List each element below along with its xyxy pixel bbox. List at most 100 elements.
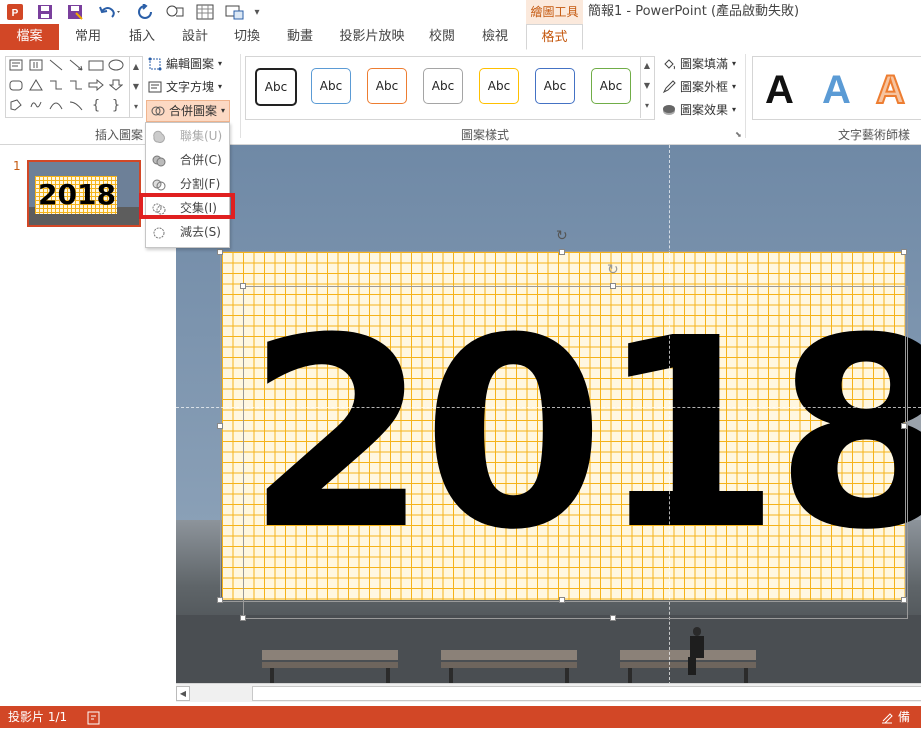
shape-style-5[interactable]: Abc bbox=[479, 68, 519, 104]
notes-icon[interactable] bbox=[880, 710, 894, 724]
horizontal-scrollbar[interactable]: ◀ bbox=[176, 683, 921, 702]
resize-handle[interactable] bbox=[240, 283, 246, 289]
rotate-handle-icon[interactable]: ↻ bbox=[556, 229, 568, 243]
curve-shape-icon[interactable] bbox=[68, 99, 84, 113]
resize-handle[interactable] bbox=[610, 615, 616, 621]
rounded-rect-shape-icon[interactable] bbox=[8, 79, 24, 93]
down-arrow-shape-icon[interactable] bbox=[108, 79, 124, 93]
save-as-icon[interactable] bbox=[66, 3, 84, 21]
shape-outline-button[interactable]: 圖案外框 ▾ bbox=[662, 77, 736, 97]
edit-shape-button[interactable]: 編輯圖案 ▾ bbox=[148, 54, 222, 74]
shape-effects-button[interactable]: 圖案效果 ▾ bbox=[662, 100, 736, 120]
right-arrow-shape-icon[interactable] bbox=[88, 78, 104, 93]
combine-icon bbox=[152, 153, 166, 167]
scrollbar-thumb[interactable] bbox=[252, 686, 921, 701]
scroll-down-icon[interactable]: ▼ bbox=[130, 77, 142, 97]
resize-handle[interactable] bbox=[217, 423, 223, 429]
intersect-highlight-box bbox=[139, 193, 235, 219]
tab-file[interactable]: 檔案 bbox=[0, 24, 59, 50]
powerpoint-logo-icon[interactable]: P bbox=[6, 3, 24, 21]
status-bar: 投影片 1/1 備忘 bbox=[0, 706, 921, 746]
merge-shapes-button[interactable]: 合併圖案 ▾ bbox=[146, 100, 231, 122]
vertical-textbox-shape-icon[interactable] bbox=[28, 59, 44, 73]
spellcheck-icon[interactable] bbox=[87, 710, 101, 725]
rotate-handle-icon[interactable]: ↻ bbox=[607, 263, 619, 277]
wordart-style-3[interactable]: A bbox=[875, 67, 906, 113]
menu-item-union[interactable]: 聯集(U) bbox=[148, 125, 225, 147]
save-icon[interactable] bbox=[36, 3, 54, 21]
paint-bucket-icon bbox=[662, 57, 676, 71]
rectangle-shape-icon[interactable] bbox=[88, 59, 104, 73]
slide-canvas[interactable]: 2018 ↻ ↻ bbox=[176, 145, 921, 685]
shape-style-4[interactable]: Abc bbox=[423, 68, 463, 104]
more-icon[interactable]: ▾ bbox=[130, 97, 142, 117]
freeform-shape-icon[interactable] bbox=[8, 99, 24, 113]
tab-design[interactable]: 設計 bbox=[173, 24, 217, 50]
shape-style-7[interactable]: Abc bbox=[591, 68, 631, 104]
menu-item-fragment[interactable]: 分割(F) bbox=[148, 173, 225, 195]
elbow-arrow-shape-icon[interactable] bbox=[68, 79, 84, 93]
insert-shapes-group-label: 插入圖案 bbox=[95, 128, 144, 142]
shape-style-6[interactable]: Abc bbox=[535, 68, 575, 104]
tab-animations[interactable]: 動畫 bbox=[278, 24, 322, 50]
shape-style-3[interactable]: Abc bbox=[367, 68, 407, 104]
textbox-shape-icon[interactable] bbox=[8, 59, 24, 73]
resize-handle[interactable] bbox=[240, 615, 246, 621]
styles-gallery-scroll[interactable]: ▲ ▼ ▾ bbox=[640, 56, 653, 118]
arrow-line-shape-icon[interactable] bbox=[68, 59, 84, 73]
pencil-icon bbox=[662, 80, 676, 94]
slideshow-icon[interactable] bbox=[224, 3, 246, 21]
undo-icon[interactable] bbox=[96, 3, 124, 21]
shape-fill-button[interactable]: 圖案填滿 ▾ bbox=[662, 54, 736, 74]
customize-icon[interactable]: ▾ bbox=[252, 3, 262, 21]
resize-handle[interactable] bbox=[901, 597, 907, 603]
shape-style-1[interactable]: Abc bbox=[255, 68, 297, 106]
grid-icon[interactable] bbox=[195, 3, 215, 21]
group-separator bbox=[240, 54, 241, 138]
wordart-style-1[interactable]: A bbox=[765, 68, 794, 112]
textbox-button[interactable]: 文字方塊 ▾ bbox=[148, 77, 222, 97]
repeat-icon[interactable] bbox=[136, 3, 154, 21]
triangle-shape-icon[interactable] bbox=[28, 79, 44, 93]
notes-button[interactable]: 備忘 bbox=[898, 706, 921, 750]
tab-home[interactable]: 常用 bbox=[66, 24, 110, 50]
resize-handle[interactable] bbox=[901, 249, 907, 255]
slide-number: 1 bbox=[13, 159, 21, 173]
tab-slideshow[interactable]: 投影片放映 bbox=[334, 24, 410, 50]
scroll-up-icon[interactable]: ▲ bbox=[130, 57, 142, 77]
more-icon[interactable]: ▾ bbox=[641, 96, 653, 116]
resize-handle[interactable] bbox=[217, 249, 223, 255]
arc-shape-icon[interactable] bbox=[48, 99, 64, 113]
oval-shape-icon[interactable] bbox=[108, 59, 124, 73]
wordart-style-2[interactable]: A bbox=[822, 68, 851, 112]
tab-view[interactable]: 檢視 bbox=[473, 24, 517, 50]
brace-shape-icon[interactable]: { bbox=[88, 99, 104, 113]
scribble-shape-icon[interactable] bbox=[28, 99, 44, 113]
tab-transitions[interactable]: 切換 bbox=[225, 24, 269, 50]
effects-icon bbox=[662, 103, 676, 117]
resize-handle[interactable] bbox=[559, 249, 565, 255]
tab-format[interactable]: 格式 bbox=[526, 24, 583, 50]
presenter-icon[interactable] bbox=[164, 3, 186, 21]
resize-handle[interactable] bbox=[610, 283, 616, 289]
bench-1 bbox=[262, 648, 398, 683]
slide-thumbnail[interactable]: 2018 bbox=[27, 160, 141, 227]
scroll-up-icon[interactable]: ▲ bbox=[641, 56, 653, 76]
title-bar: P ▾ 繪圖工具 簡報1 - PowerPoint (產品啟動失敗) bbox=[0, 0, 921, 24]
scroll-left-icon[interactable]: ◀ bbox=[176, 686, 190, 701]
scroll-down-icon[interactable]: ▼ bbox=[641, 76, 653, 96]
brace-right-shape-icon[interactable]: } bbox=[108, 99, 124, 113]
shape-style-2[interactable]: Abc bbox=[311, 68, 351, 104]
resize-handle[interactable] bbox=[559, 597, 565, 603]
tab-review[interactable]: 校閱 bbox=[420, 24, 464, 50]
line-shape-icon[interactable] bbox=[48, 59, 64, 73]
shapes-gallery-scroll[interactable]: ▲ ▼ ▾ bbox=[129, 57, 142, 117]
elbow-connector-shape-icon[interactable] bbox=[48, 79, 64, 93]
resize-handle[interactable] bbox=[217, 597, 223, 603]
menu-item-combine[interactable]: 合併(C) bbox=[148, 149, 225, 171]
resize-handle[interactable] bbox=[901, 423, 907, 429]
menu-item-subtract[interactable]: 減去(S) bbox=[148, 221, 225, 243]
dialog-launcher-icon[interactable]: ⬊ bbox=[735, 130, 742, 139]
tab-insert[interactable]: 插入 bbox=[120, 24, 164, 50]
shapes-gallery[interactable]: { } ▲ ▼ ▾ bbox=[5, 56, 143, 118]
